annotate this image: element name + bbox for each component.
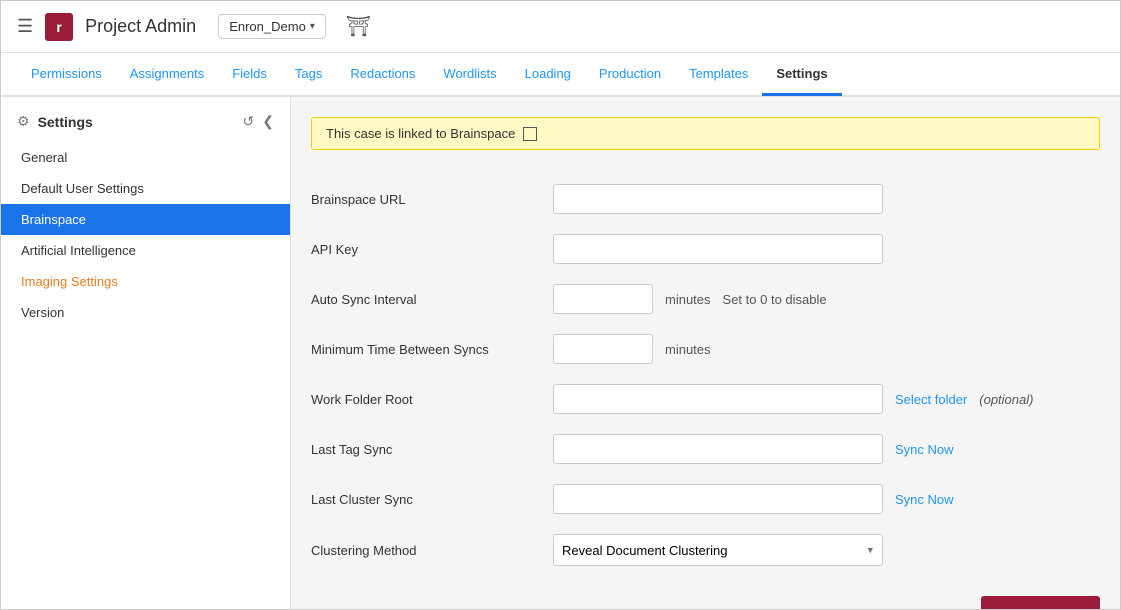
sidebar-title: Settings [38, 114, 235, 130]
input-last-tag-sync[interactable] [553, 434, 883, 464]
label-min-time-between-syncs: Minimum Time Between Syncs [311, 342, 541, 357]
update-btn-row: UPDATE [311, 576, 1100, 609]
project-dropdown[interactable]: Enron_Demo ▾ [218, 14, 326, 39]
sidebar-item-artificial-intelligence[interactable]: Artificial Intelligence [1, 235, 290, 266]
form-section: Brainspace URL API Key Auto Sync Interva… [311, 174, 1100, 576]
label-api-key: API Key [311, 242, 541, 257]
sidebar-collapse-icon[interactable]: ❮ [262, 113, 274, 130]
content-area: ⚙ Settings ↺ ❮ General Default User Sett… [1, 97, 1120, 609]
tab-permissions[interactable]: Permissions [17, 54, 116, 96]
sync-now-cluster-link[interactable]: Sync Now [895, 492, 954, 507]
tab-fields[interactable]: Fields [218, 54, 281, 96]
tab-settings[interactable]: Settings [762, 54, 841, 96]
select-folder-link[interactable]: Select folder [895, 392, 967, 407]
input-last-cluster-sync[interactable] [553, 484, 883, 514]
stats-icon[interactable]: ⛩ [346, 14, 371, 39]
auto-sync-minutes-label: minutes [665, 292, 711, 307]
sidebar-item-general[interactable]: General [1, 142, 290, 173]
form-row-api-key: API Key [311, 224, 1100, 274]
form-row-last-tag-sync: Last Tag Sync Sync Now [311, 424, 1100, 474]
sidebar-refresh-icon[interactable]: ↺ [243, 113, 255, 130]
tab-tags[interactable]: Tags [281, 54, 336, 96]
form-row-min-time-between-syncs: Minimum Time Between Syncs minutes [311, 324, 1100, 374]
input-min-time-between-syncs[interactable] [553, 334, 653, 364]
min-sync-minutes-label: minutes [665, 342, 711, 357]
tab-assignments[interactable]: Assignments [116, 54, 218, 96]
input-brainspace-url[interactable] [553, 184, 883, 214]
tab-loading[interactable]: Loading [511, 54, 585, 96]
form-row-last-cluster-sync: Last Cluster Sync Sync Now [311, 474, 1100, 524]
sidebar-item-brainspace[interactable]: Brainspace [1, 204, 290, 235]
sidebar-item-version[interactable]: Version [1, 297, 290, 328]
label-brainspace-url: Brainspace URL [311, 192, 541, 207]
main-content: This case is linked to Brainspace Brains… [291, 97, 1120, 609]
brainspace-linked-checkbox[interactable] [523, 127, 537, 141]
nav-tabs: Permissions Assignments Fields Tags Reda… [1, 53, 1120, 97]
hamburger-icon[interactable]: ☰ [17, 16, 33, 37]
top-bar: ☰ r Project Admin Enron_Demo ▾ ⛩ [1, 1, 1120, 53]
app-wrapper: ☰ r Project Admin Enron_Demo ▾ ⛩ Permiss… [0, 0, 1121, 610]
work-folder-optional-label: (optional) [979, 392, 1033, 407]
tab-redactions[interactable]: Redactions [336, 54, 429, 96]
auto-sync-disable-note: Set to 0 to disable [723, 292, 827, 307]
sync-now-tag-link[interactable]: Sync Now [895, 442, 954, 457]
sidebar: ⚙ Settings ↺ ❮ General Default User Sett… [1, 97, 291, 609]
tab-wordlists[interactable]: Wordlists [429, 54, 510, 96]
tab-templates[interactable]: Templates [675, 54, 762, 96]
label-clustering-method: Clustering Method [311, 543, 541, 558]
input-auto-sync-interval[interactable] [553, 284, 653, 314]
sidebar-item-default-user-settings[interactable]: Default User Settings [1, 173, 290, 204]
sidebar-item-imaging-settings[interactable]: Imaging Settings [1, 266, 290, 297]
brainspace-notice: This case is linked to Brainspace [311, 117, 1100, 150]
form-row-clustering-method: Clustering Method Reveal Document Cluste… [311, 524, 1100, 576]
project-dropdown-chevron-icon: ▾ [310, 21, 315, 32]
label-auto-sync-interval: Auto Sync Interval [311, 292, 541, 307]
clustering-method-select[interactable]: Reveal Document Clustering [553, 534, 883, 566]
tab-production[interactable]: Production [585, 54, 675, 96]
sidebar-gear-icon: ⚙ [17, 113, 30, 130]
app-title: Project Admin [85, 16, 196, 37]
form-row-work-folder-root: Work Folder Root Select folder (optional… [311, 374, 1100, 424]
form-row-brainspace-url: Brainspace URL [311, 174, 1100, 224]
sidebar-header: ⚙ Settings ↺ ❮ [1, 109, 290, 142]
notice-text: This case is linked to Brainspace [326, 126, 515, 141]
input-api-key[interactable] [553, 234, 883, 264]
update-button[interactable]: UPDATE [981, 596, 1100, 609]
form-row-auto-sync-interval: Auto Sync Interval minutes Set to 0 to d… [311, 274, 1100, 324]
project-name: Enron_Demo [229, 19, 306, 34]
input-work-folder-root[interactable] [553, 384, 883, 414]
label-last-cluster-sync: Last Cluster Sync [311, 492, 541, 507]
logo-icon: r [45, 13, 73, 41]
clustering-method-select-wrapper: Reveal Document Clustering ▾ [553, 534, 883, 566]
label-last-tag-sync: Last Tag Sync [311, 442, 541, 457]
label-work-folder-root: Work Folder Root [311, 392, 541, 407]
